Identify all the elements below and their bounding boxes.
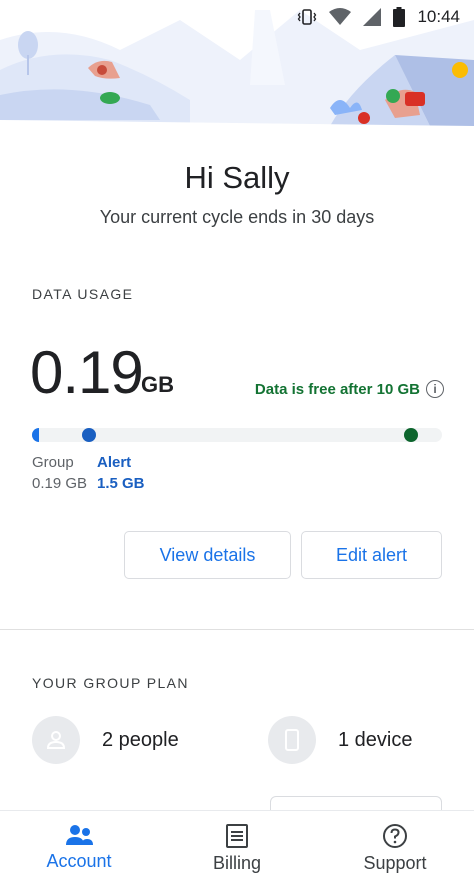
edit-alert-button[interactable]: Edit alert [301, 531, 442, 579]
nav-account-label: Account [46, 851, 112, 871]
battery-icon [393, 7, 406, 27]
nav-support[interactable]: Support [316, 811, 474, 882]
nav-support-label: Support [363, 853, 427, 873]
person-icon [32, 716, 80, 764]
nav-account[interactable]: Account [0, 811, 158, 882]
phone-icon [268, 716, 316, 764]
status-time: 10:44 [417, 7, 460, 26]
greeting-title: Hi Sally [184, 160, 290, 195]
support-icon [382, 823, 408, 849]
nav-billing-label: Billing [212, 853, 262, 873]
wifi-icon [329, 8, 352, 26]
usage-progress-bar [32, 428, 442, 442]
group-legend-label: Group [32, 454, 74, 471]
plan-device-item[interactable]: 1 device [268, 716, 413, 764]
view-details-button[interactable]: View details [124, 531, 291, 579]
vibrate-icon [297, 7, 317, 27]
account-icon [64, 823, 94, 847]
usage-unit: GB [141, 372, 174, 397]
signal-icon [363, 8, 382, 26]
free-limit-marker [404, 428, 418, 442]
free-data-note-text: Data is free after 10 GB [254, 380, 420, 398]
info-icon[interactable]: i [426, 380, 444, 398]
bottom-navigation: Account Billing Support [0, 810, 474, 882]
data-usage-section-label: DATA USAGE [32, 286, 134, 302]
free-data-note: Data is free after 10 GB i [255, 380, 444, 398]
group-legend-value: 0.19 GB [32, 475, 88, 492]
group-usage-marker [32, 428, 39, 442]
alert-legend-value: 1.5 GB [97, 475, 145, 492]
section-divider [0, 629, 474, 630]
usage-amount: 0.19 [30, 339, 144, 406]
group-plan-section-label: YOUR GROUP PLAN [32, 675, 189, 691]
billing-icon [224, 823, 250, 849]
status-bar: 10:44 [0, 0, 474, 34]
alert-legend: Alert 1.5 GB [97, 452, 145, 494]
nav-billing[interactable]: Billing [158, 811, 316, 882]
alert-marker[interactable] [82, 428, 96, 442]
group-legend: Group 0.19 GB [32, 452, 87, 494]
cycle-text: Your current cycle ends in 30 days [99, 207, 375, 227]
plan-people-label: 2 people [102, 728, 179, 751]
plan-device-label: 1 device [338, 728, 413, 751]
alert-legend-label: Alert [97, 454, 132, 471]
plan-people-item[interactable]: 2 people [32, 716, 179, 764]
